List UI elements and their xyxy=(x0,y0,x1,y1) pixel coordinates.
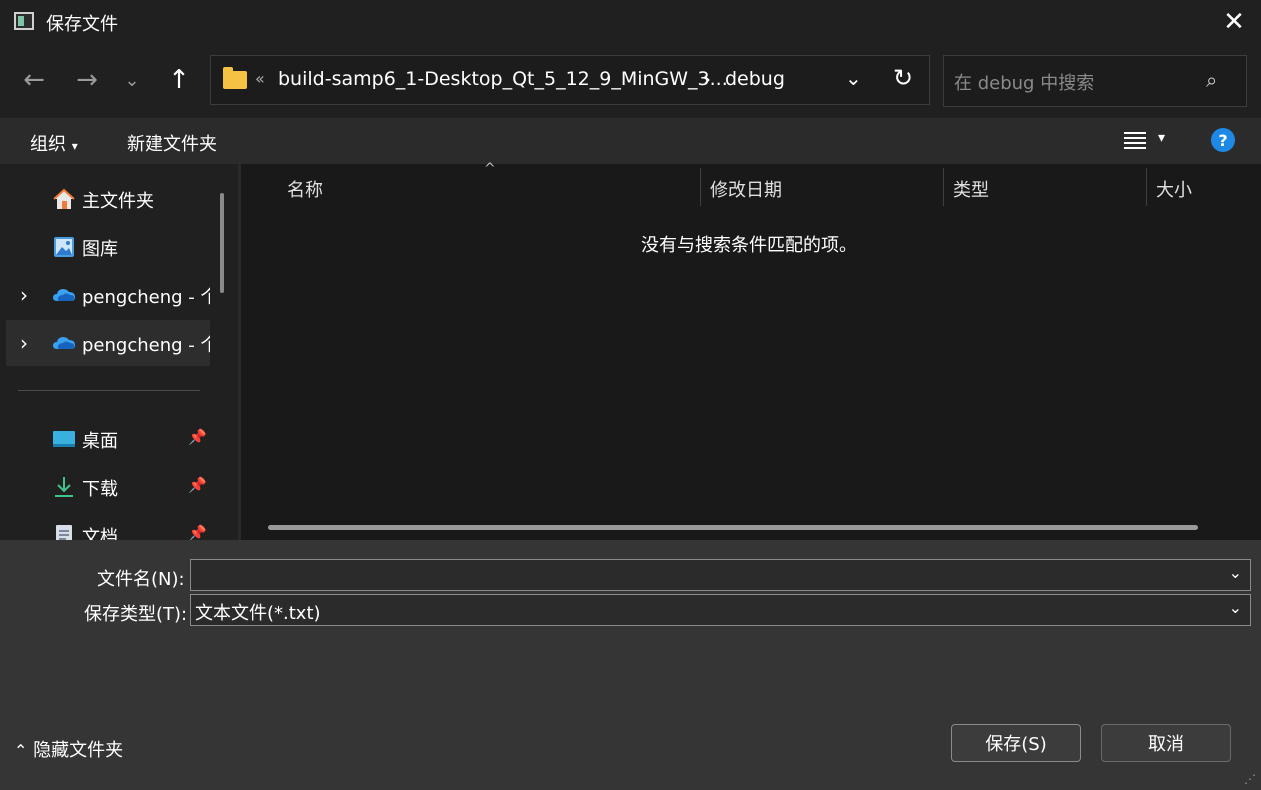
file-list-pane xyxy=(241,164,1261,540)
column-separator[interactable] xyxy=(1146,168,1147,206)
organize-menu[interactable]: 组织 ▾ xyxy=(30,130,78,156)
filename-field[interactable]: ⌄ xyxy=(190,559,1251,591)
sidebar-item-label: 下载 xyxy=(82,479,118,500)
search-icon[interactable]: ⌕ xyxy=(1206,68,1217,92)
chevron-right-icon[interactable]: › xyxy=(20,331,28,355)
column-header-name[interactable]: 名称 xyxy=(287,176,323,202)
sidebar-item-onedrive-selected[interactable]: › pengcheng - 个 xyxy=(6,320,210,366)
chevron-up-icon: ⌃ xyxy=(14,741,28,760)
sidebar-item-label: 文档 xyxy=(82,527,118,540)
column-header-size[interactable]: 大小 xyxy=(1156,176,1192,202)
filetype-selected-value: 文本文件(*.txt) xyxy=(195,603,321,624)
chevron-down-icon[interactable]: ⌄ xyxy=(1229,563,1242,582)
column-separator[interactable] xyxy=(700,168,701,206)
sidebar-item-label: pengcheng - 个 xyxy=(82,287,210,308)
new-folder-button[interactable]: 新建文件夹 xyxy=(127,130,217,156)
pin-icon[interactable]: 📌 xyxy=(188,524,207,540)
organize-label: 组织 xyxy=(30,134,66,155)
home-icon xyxy=(53,188,75,209)
up-arrow-icon[interactable]: ↑ xyxy=(161,62,197,98)
horizontal-scrollbar[interactable] xyxy=(268,525,1198,530)
forward-arrow-icon[interactable]: → xyxy=(69,62,105,98)
help-icon[interactable]: ? xyxy=(1211,128,1235,152)
chevron-down-icon[interactable]: ⌄ xyxy=(845,66,862,90)
sidebar-item-downloads[interactable]: 下载 📌 xyxy=(0,464,210,510)
sidebar-item-label: 桌面 xyxy=(82,431,118,452)
column-separator[interactable] xyxy=(943,168,944,206)
sidebar-item-home[interactable]: 主文件夹 xyxy=(0,176,210,222)
sort-ascending-icon: ^ xyxy=(484,161,496,177)
title-bar xyxy=(0,0,1261,44)
sidebar-item-gallery[interactable]: 图库 xyxy=(0,224,210,270)
sidebar-item-documents[interactable]: 文档 📌 xyxy=(0,512,210,540)
recent-locations-chevron-icon[interactable]: ⌄ xyxy=(114,62,150,98)
view-list-icon[interactable] xyxy=(1124,129,1146,151)
search-input[interactable]: 在 debug 中搜索 xyxy=(954,69,1094,95)
sidebar-item-label: 图库 xyxy=(82,239,118,260)
resize-grip-icon[interactable]: ⋰ xyxy=(1244,772,1256,786)
breadcrumb-item[interactable]: build-samp6_1-Desktop_Qt_5_12_9_MinGW_3.… xyxy=(278,68,728,90)
filetype-select[interactable]: 文本文件(*.txt) ⌄ xyxy=(190,594,1251,626)
column-header-date[interactable]: 修改日期 xyxy=(710,176,782,202)
gallery-icon xyxy=(54,237,74,257)
breadcrumb-overflow[interactable]: « xyxy=(255,69,265,88)
caret-down-icon[interactable]: ▾ xyxy=(1158,130,1165,146)
onedrive-cloud-icon xyxy=(53,337,75,349)
document-icon xyxy=(56,525,72,540)
onedrive-cloud-icon xyxy=(53,289,75,301)
caret-down-icon: ▾ xyxy=(71,139,78,153)
pin-icon[interactable]: 📌 xyxy=(188,428,207,446)
back-arrow-icon[interactable]: ← xyxy=(16,62,52,98)
sidebar-item-label: pengcheng - 个 xyxy=(82,335,210,356)
sidebar-scrollbar[interactable] xyxy=(220,193,224,293)
navigation-pane: 主文件夹 图库 › pengcheng - 个 › pengcheng - 个 … xyxy=(0,164,238,540)
sidebar-divider xyxy=(18,390,200,391)
address-bar[interactable]: « build-samp6_1-Desktop_Qt_5_12_9_MinGW_… xyxy=(210,55,930,105)
hide-folders-label: 隐藏文件夹 xyxy=(33,740,124,761)
filetype-label: 保存类型(T): xyxy=(84,604,188,625)
cancel-button[interactable]: 取消 xyxy=(1101,724,1231,762)
empty-results-message: 没有与搜索条件匹配的项。 xyxy=(641,235,857,256)
breadcrumb-separator-icon[interactable]: › xyxy=(703,67,711,91)
search-box[interactable]: 在 debug 中搜索 ⌕ xyxy=(943,55,1247,107)
breadcrumb-item[interactable]: debug xyxy=(725,68,785,90)
window-title: 保存文件 xyxy=(46,14,118,35)
sidebar-item-label: 主文件夹 xyxy=(82,191,154,212)
sidebar-item-desktop[interactable]: 桌面 📌 xyxy=(0,416,210,462)
folder-icon xyxy=(223,67,247,89)
chevron-down-icon[interactable]: ⌄ xyxy=(1229,598,1242,617)
filename-label: 文件名(N): xyxy=(97,569,185,590)
pin-icon[interactable]: 📌 xyxy=(188,476,207,494)
chevron-right-icon[interactable]: › xyxy=(20,283,28,307)
column-header-type[interactable]: 类型 xyxy=(953,176,989,202)
app-window-icon xyxy=(14,12,34,30)
save-button[interactable]: 保存(S) xyxy=(951,724,1081,762)
sidebar-item-onedrive[interactable]: › pengcheng - 个 xyxy=(0,272,210,318)
close-icon[interactable]: ✕ xyxy=(1218,6,1250,38)
hide-folders-toggle[interactable]: ⌃ 隐藏文件夹 xyxy=(14,736,123,762)
desktop-icon xyxy=(53,431,75,447)
refresh-icon[interactable]: ↻ xyxy=(893,64,913,92)
download-icon xyxy=(55,477,73,497)
